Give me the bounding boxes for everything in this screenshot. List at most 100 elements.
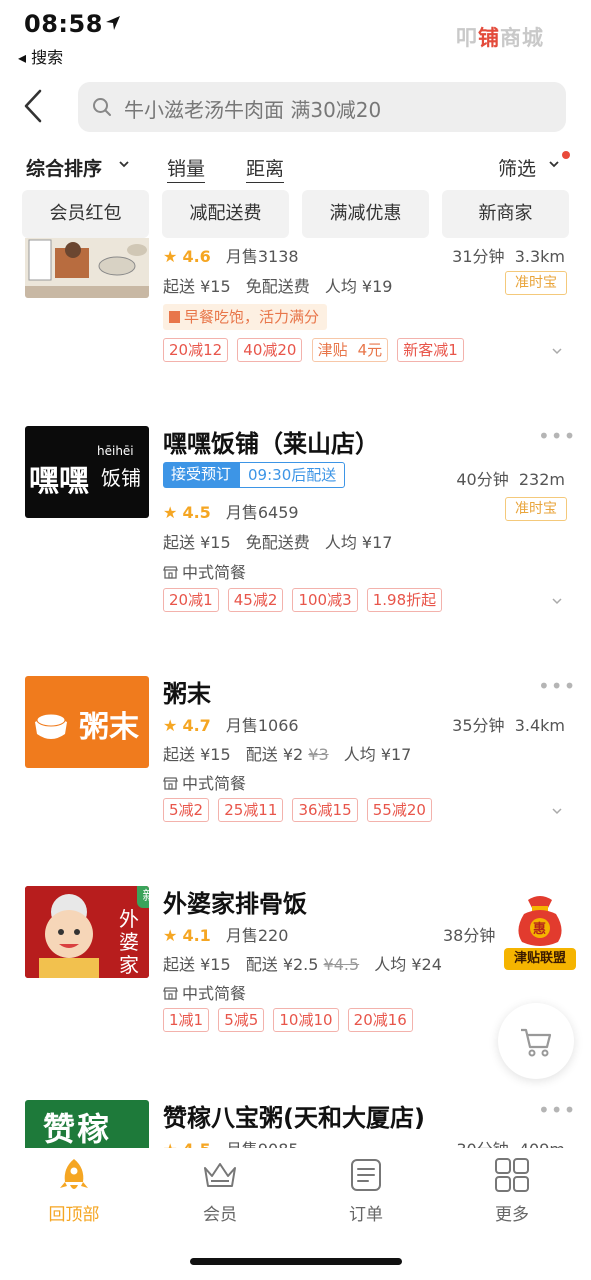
search-query: 牛小滋老汤牛肉面 满30减20 — [124, 98, 382, 122]
filter-notification-dot — [562, 151, 570, 159]
shop-distance: 3.4km — [514, 716, 565, 735]
shop-logo: hēihēi 嘿嘿 饭铺 — [25, 426, 149, 518]
sort-bar: 综合排序 销量 距离 筛选 — [0, 142, 591, 188]
shop-name[interactable]: 外婆家排骨饭 — [163, 884, 307, 919]
shop-monthly-sales: 月售9085 — [226, 1140, 299, 1148]
shop-per-capita: 人均 ¥17 — [343, 745, 412, 764]
chip-discount[interactable]: 满减优惠 — [302, 190, 429, 238]
shop-logo: 粥末 — [25, 676, 149, 768]
tab-member[interactable]: 会员 — [170, 1156, 270, 1225]
shop-eta: 38分钟 — [443, 926, 496, 945]
more-options-icon[interactable]: ••• — [538, 674, 576, 698]
ontime-badge: 准时宝 — [505, 497, 567, 521]
shop-min-order: 起送 ¥15 — [163, 533, 231, 552]
discount-tag: 45减2 — [227, 588, 284, 612]
shop-category: 中式简餐 — [163, 559, 246, 583]
shop-name[interactable]: 赞稼八宝粥(天和大厦店) — [163, 1098, 425, 1133]
shop-eta: 40分钟 — [456, 470, 509, 489]
shop-per-capita: 人均 ¥17 — [324, 533, 393, 552]
shop-delivery-line: 起送 ¥15 免配送费 人均 ¥17 — [163, 529, 392, 553]
expand-chevron-icon[interactable] — [552, 347, 562, 355]
shop-delivery-fee-old: ¥3 — [308, 745, 329, 764]
tab-more[interactable]: 更多 — [462, 1156, 562, 1225]
shop-per-capita: 人均 ¥19 — [324, 277, 393, 296]
cart-button[interactable] — [498, 1003, 574, 1079]
tab-label: 会员 — [203, 1205, 237, 1225]
shop-name[interactable]: 嘿嘿饭铺（莱山店） — [163, 424, 379, 459]
back-icon[interactable] — [20, 88, 50, 124]
logo-text: 赞稼 — [43, 1110, 112, 1148]
sort-comprehensive[interactable]: 综合排序 — [26, 154, 102, 181]
preorder-time-badge: 09:30后配送 — [239, 462, 346, 488]
shop-category-label: 中式简餐 — [182, 563, 247, 582]
shop-eta-distance: 30分钟 409m — [456, 1136, 565, 1148]
preorder-line: 接受预订 09:30后配送 — [163, 462, 346, 488]
shop-delivery-fee: 免配送费 — [245, 277, 310, 296]
discount-tag: 10减10 — [273, 1008, 339, 1032]
shop-eta: 35分钟 — [452, 716, 505, 735]
shop-distance: 3.3km — [514, 247, 565, 266]
rocket-icon — [60, 1159, 88, 1189]
status-time: 08:58 — [24, 10, 103, 38]
sort-distance[interactable]: 距离 — [246, 154, 285, 183]
discount-tag: 20减16 — [347, 1008, 413, 1032]
shop-card[interactable]: hēihēi 嘿嘿 饭铺 嘿嘿饭铺（莱山店） ••• 接受预订 09:30后配送 … — [0, 424, 591, 634]
discount-tag: 40减20 — [237, 338, 303, 362]
chevron-down-icon — [119, 161, 129, 168]
store-icon — [163, 566, 178, 579]
tab-label: 更多 — [495, 1205, 529, 1225]
shop-card[interactable]: ★ 4.6 月售3138 31分钟 3.3km 准时宝 起送 ¥15 免配送费 … — [0, 238, 591, 388]
order-list-icon — [351, 1159, 381, 1191]
shop-list[interactable]: ★ 4.6 月售3138 31分钟 3.3km 准时宝 起送 ¥15 免配送费 … — [0, 238, 591, 1148]
tab-label: 订单 — [349, 1205, 383, 1225]
filter-button[interactable]: 筛选 — [498, 154, 536, 181]
shop-distance: 409m — [519, 1140, 565, 1148]
shop-eta-distance: 31分钟 3.3km — [452, 243, 565, 267]
search-input[interactable]: 牛小滋老汤牛肉面 满30减20 — [78, 82, 566, 132]
logo-text: 外婆家 — [119, 907, 139, 977]
shop-card[interactable]: 粥末 粥末 ••• ★ 4.7 月售1066 35分钟 3.4km 起送 ¥15… — [0, 674, 591, 844]
discount-tag: 55减20 — [366, 798, 432, 822]
shop-eta: 31分钟 — [452, 247, 505, 266]
sort-sales[interactable]: 销量 — [167, 154, 206, 183]
shop-promo-banner: 早餐吃饱，活力满分 — [163, 304, 328, 330]
shop-min-order: 起送 ¥15 — [163, 745, 231, 764]
back-to-app-link[interactable]: ◂ 搜索 — [18, 44, 63, 68]
tab-orders[interactable]: 订单 — [316, 1156, 416, 1225]
discount-tag: 20减1 — [163, 588, 219, 612]
shop-card[interactable]: 赞稼 赞稼八宝粥(天和大厦店) ••• ★ 4.5 月售9085 30分钟 40… — [0, 1098, 591, 1148]
shop-delivery-fee: 免配送费 — [245, 533, 310, 552]
logo-sub: 饭铺 — [101, 466, 141, 490]
shop-rating-line: ★ 4.6 月售3138 — [163, 243, 299, 267]
shop-category: 中式简餐 — [163, 980, 246, 1004]
chip-reduced-delivery[interactable]: 减配送费 — [162, 190, 289, 238]
discount-tag: 1减1 — [163, 1008, 210, 1032]
shop-tags: 20减12 40减20 津贴 4元 新客减1 — [163, 338, 468, 362]
shop-delivery-line: 起送 ¥15 免配送费 人均 ¥19 — [163, 273, 392, 297]
shop-name[interactable]: 粥末 — [163, 674, 211, 709]
more-options-icon[interactable]: ••• — [538, 424, 576, 448]
discount-tag: 1.98折起 — [366, 588, 443, 612]
subsidy-alliance-label: 津贴联盟 — [504, 948, 576, 970]
shop-rating-line: ★ 4.7 月售1066 — [163, 712, 299, 736]
subsidy-alliance-button[interactable]: 惠 津贴联盟 — [504, 890, 576, 972]
chip-new-merchant[interactable]: 新商家 — [442, 190, 569, 238]
search-icon — [93, 98, 111, 116]
home-indicator — [190, 1258, 402, 1265]
quick-filter-chips: 会员红包 减配送费 满减优惠 新商家 — [0, 190, 591, 238]
shop-rating: 4.1 — [182, 926, 211, 945]
shop-promo-text: 早餐吃饱，活力满分 — [184, 308, 320, 326]
expand-chevron-icon[interactable] — [552, 597, 562, 605]
preorder-badge: 接受预订 — [163, 462, 240, 488]
shop-thumbnail — [25, 238, 149, 298]
tab-back-to-top[interactable]: 回顶部 — [24, 1156, 124, 1225]
discount-tag: 5减5 — [218, 1008, 265, 1032]
expand-chevron-icon[interactable] — [552, 807, 562, 815]
shop-delivery-line: 起送 ¥15 配送 ¥2 ¥3 人均 ¥17 — [163, 741, 411, 765]
star-icon: ★ — [163, 1140, 177, 1148]
discount-tag: 5减2 — [163, 798, 210, 822]
shop-tags: 20减1 45减2 100减3 1.98折起 — [163, 588, 446, 612]
more-options-icon[interactable]: ••• — [538, 1098, 576, 1122]
shop-min-order: 起送 ¥15 — [163, 955, 231, 974]
chip-member-redpacket[interactable]: 会员红包 — [22, 190, 149, 238]
